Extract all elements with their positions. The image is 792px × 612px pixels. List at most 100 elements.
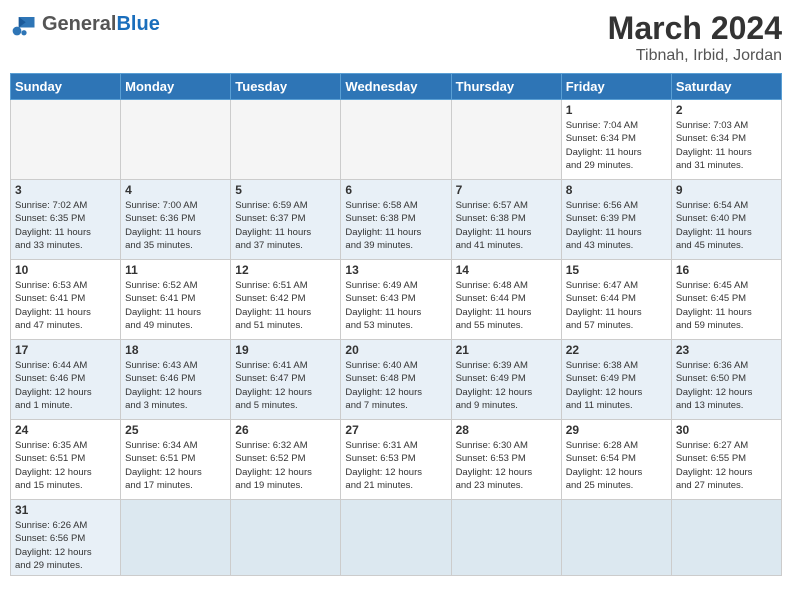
day-number: 14 xyxy=(456,263,557,277)
day-number: 4 xyxy=(125,183,226,197)
day-number: 1 xyxy=(566,103,667,117)
calendar-day-cell: 17Sunrise: 6:44 AM Sunset: 6:46 PM Dayli… xyxy=(11,340,121,420)
day-number: 23 xyxy=(676,343,777,357)
day-info-text: Sunrise: 6:45 AM Sunset: 6:45 PM Dayligh… xyxy=(676,279,777,332)
calendar-day-cell: 29 Sunrise: 6:28 AM Sunset: 6:54 PM Dayli… xyxy=(561,420,671,500)
logo-general-text: GeneralBlue xyxy=(42,13,160,36)
day-info-text: Sunrise: 6:32 AM Sunset: 6:52 PM Dayligh… xyxy=(235,439,336,492)
calendar-day-cell xyxy=(341,100,451,180)
day-info-text: Sunrise: 6:40 AM Sunset: 6:48 PM Dayligh… xyxy=(345,359,446,412)
day-info-text: Sunrise: 6:38 AM Sunset: 6:49 PM Dayligh… xyxy=(566,359,667,412)
calendar-day-cell: 9Sunrise: 6:54 AM Sunset: 6:40 PM Daylig… xyxy=(671,180,781,260)
day-info-text: Sunrise: 6:49 AM Sunset: 6:43 PM Dayligh… xyxy=(345,279,446,332)
calendar-day-cell: 7Sunrise: 6:57 AM Sunset: 6:38 PM Daylig… xyxy=(451,180,561,260)
calendar-day-cell xyxy=(341,500,451,576)
calendar-day-cell xyxy=(231,100,341,180)
calendar-day-cell: 10Sunrise: 6:53 AM Sunset: 6:41 PM Dayli… xyxy=(11,260,121,340)
calendar-day-cell: 25Sunrise: 6:34 AM Sunset: 6:51 PM Dayli… xyxy=(121,420,231,500)
day-info-text: Sunrise: 6:41 AM Sunset: 6:47 PM Dayligh… xyxy=(235,359,336,412)
day-number: 29 xyxy=(566,423,667,437)
day-of-week-header: Saturday xyxy=(671,74,781,100)
day-number: 31 xyxy=(15,503,116,517)
day-number: 16 xyxy=(676,263,777,277)
calendar-day-cell: 16 Sunrise: 6:45 AM Sunset: 6:45 PM Dayli… xyxy=(671,260,781,340)
day-info-text: Sunrise: 6:48 AM Sunset: 6:44 PM Dayligh… xyxy=(456,279,557,332)
calendar-day-cell xyxy=(231,500,341,576)
calendar-day-cell: 1 Sunrise: 7:04 AM Sunset: 6:34 PM Daylig… xyxy=(561,100,671,180)
day-info-text: Sunrise: 6:35 AM Sunset: 6:51 PM Dayligh… xyxy=(15,439,116,492)
calendar-day-cell: 27 Sunrise: 6:31 AM Sunset: 6:53 PM Dayli… xyxy=(341,420,451,500)
day-number: 6 xyxy=(345,183,446,197)
day-info-text: Sunrise: 6:44 AM Sunset: 6:46 PM Dayligh… xyxy=(15,359,116,412)
calendar-day-cell: 8 Sunrise: 6:56 AM Sunset: 6:39 PM Daylig… xyxy=(561,180,671,260)
calendar-day-cell: 31 Sunrise: 6:26 AM Sunset: 6:56 PM Dayli… xyxy=(11,500,121,576)
day-info-text: Sunrise: 6:28 AM Sunset: 6:54 PM Dayligh… xyxy=(566,439,667,492)
calendar-week-row: 31 Sunrise: 6:26 AM Sunset: 6:56 PM Dayli… xyxy=(11,500,782,576)
day-number: 24 xyxy=(15,423,116,437)
calendar-week-row: 17Sunrise: 6:44 AM Sunset: 6:46 PM Dayli… xyxy=(11,340,782,420)
day-info-text: Sunrise: 7:04 AM Sunset: 6:34 PM Dayligh… xyxy=(566,119,667,172)
day-info-text: Sunrise: 6:53 AM Sunset: 6:41 PM Dayligh… xyxy=(15,279,116,332)
calendar-day-cell: 20 Sunrise: 6:40 AM Sunset: 6:48 PM Dayli… xyxy=(341,340,451,420)
calendar-day-cell: 2Sunrise: 7:03 AM Sunset: 6:34 PM Daylig… xyxy=(671,100,781,180)
day-info-text: Sunrise: 6:43 AM Sunset: 6:46 PM Dayligh… xyxy=(125,359,226,412)
day-info-text: Sunrise: 7:03 AM Sunset: 6:34 PM Dayligh… xyxy=(676,119,777,172)
day-number: 11 xyxy=(125,263,226,277)
calendar-day-cell: 4 Sunrise: 7:00 AM Sunset: 6:36 PM Daylig… xyxy=(121,180,231,260)
day-number: 18 xyxy=(125,343,226,357)
calendar-day-cell xyxy=(121,500,231,576)
day-of-week-header: Thursday xyxy=(451,74,561,100)
day-of-week-header: Sunday xyxy=(11,74,121,100)
day-info-text: Sunrise: 6:51 AM Sunset: 6:42 PM Dayligh… xyxy=(235,279,336,332)
calendar-day-cell: 13Sunrise: 6:49 AM Sunset: 6:43 PM Dayli… xyxy=(341,260,451,340)
calendar-day-cell xyxy=(671,500,781,576)
day-info-text: Sunrise: 6:56 AM Sunset: 6:39 PM Dayligh… xyxy=(566,199,667,252)
day-info-text: Sunrise: 6:31 AM Sunset: 6:53 PM Dayligh… xyxy=(345,439,446,492)
day-of-week-header: Friday xyxy=(561,74,671,100)
calendar-day-cell xyxy=(121,100,231,180)
day-number: 25 xyxy=(125,423,226,437)
calendar-table: SundayMondayTuesdayWednesdayThursdayFrid… xyxy=(10,73,782,576)
day-info-text: Sunrise: 6:39 AM Sunset: 6:49 PM Dayligh… xyxy=(456,359,557,412)
calendar-day-cell: 15 Sunrise: 6:47 AM Sunset: 6:44 PM Dayli… xyxy=(561,260,671,340)
day-number: 3 xyxy=(15,183,116,197)
day-info-text: Sunrise: 6:52 AM Sunset: 6:41 PM Dayligh… xyxy=(125,279,226,332)
calendar-day-cell: 21Sunrise: 6:39 AM Sunset: 6:49 PM Dayli… xyxy=(451,340,561,420)
calendar-day-cell: 28 Sunrise: 6:30 AM Sunset: 6:53 PM Dayli… xyxy=(451,420,561,500)
calendar-day-cell xyxy=(451,500,561,576)
day-number: 27 xyxy=(345,423,446,437)
day-info-text: Sunrise: 6:57 AM Sunset: 6:38 PM Dayligh… xyxy=(456,199,557,252)
day-info-text: Sunrise: 6:54 AM Sunset: 6:40 PM Dayligh… xyxy=(676,199,777,252)
calendar-day-cell: 3 Sunrise: 7:02 AM Sunset: 6:35 PM Daylig… xyxy=(11,180,121,260)
day-info-text: Sunrise: 6:47 AM Sunset: 6:44 PM Dayligh… xyxy=(566,279,667,332)
calendar-day-cell: 5Sunrise: 6:59 AM Sunset: 6:37 PM Daylig… xyxy=(231,180,341,260)
day-number: 28 xyxy=(456,423,557,437)
day-info-text: Sunrise: 6:30 AM Sunset: 6:53 PM Dayligh… xyxy=(456,439,557,492)
calendar-header-row: SundayMondayTuesdayWednesdayThursdayFrid… xyxy=(11,74,782,100)
day-info-text: Sunrise: 6:59 AM Sunset: 6:37 PM Dayligh… xyxy=(235,199,336,252)
day-info-text: Sunrise: 7:00 AM Sunset: 6:36 PM Dayligh… xyxy=(125,199,226,252)
calendar-week-row: 3 Sunrise: 7:02 AM Sunset: 6:35 PM Daylig… xyxy=(11,180,782,260)
day-info-text: Sunrise: 6:26 AM Sunset: 6:56 PM Dayligh… xyxy=(15,519,116,572)
day-number: 12 xyxy=(235,263,336,277)
day-info-text: Sunrise: 6:36 AM Sunset: 6:50 PM Dayligh… xyxy=(676,359,777,412)
day-of-week-header: Wednesday xyxy=(341,74,451,100)
day-info-text: Sunrise: 6:58 AM Sunset: 6:38 PM Dayligh… xyxy=(345,199,446,252)
calendar-day-cell xyxy=(561,500,671,576)
page-header: GeneralBlue March 2024 Tibnah, Irbid, Jo… xyxy=(10,10,782,65)
day-info-text: Sunrise: 7:02 AM Sunset: 6:35 PM Dayligh… xyxy=(15,199,116,252)
day-info-text: Sunrise: 6:27 AM Sunset: 6:55 PM Dayligh… xyxy=(676,439,777,492)
day-of-week-header: Tuesday xyxy=(231,74,341,100)
day-number: 15 xyxy=(566,263,667,277)
calendar-day-cell: 23 Sunrise: 6:36 AM Sunset: 6:50 PM Dayli… xyxy=(671,340,781,420)
day-number: 19 xyxy=(235,343,336,357)
month-year-title: March 2024 xyxy=(608,10,782,47)
calendar-day-cell xyxy=(451,100,561,180)
calendar-day-cell: 12 Sunrise: 6:51 AM Sunset: 6:42 PM Dayli… xyxy=(231,260,341,340)
calendar-day-cell: 24 Sunrise: 6:35 AM Sunset: 6:51 PM Dayli… xyxy=(11,420,121,500)
calendar-day-cell: 22Sunrise: 6:38 AM Sunset: 6:49 PM Dayli… xyxy=(561,340,671,420)
day-number: 20 xyxy=(345,343,446,357)
logo: GeneralBlue xyxy=(10,10,160,38)
day-number: 8 xyxy=(566,183,667,197)
calendar-day-cell: 14 Sunrise: 6:48 AM Sunset: 6:44 PM Dayli… xyxy=(451,260,561,340)
